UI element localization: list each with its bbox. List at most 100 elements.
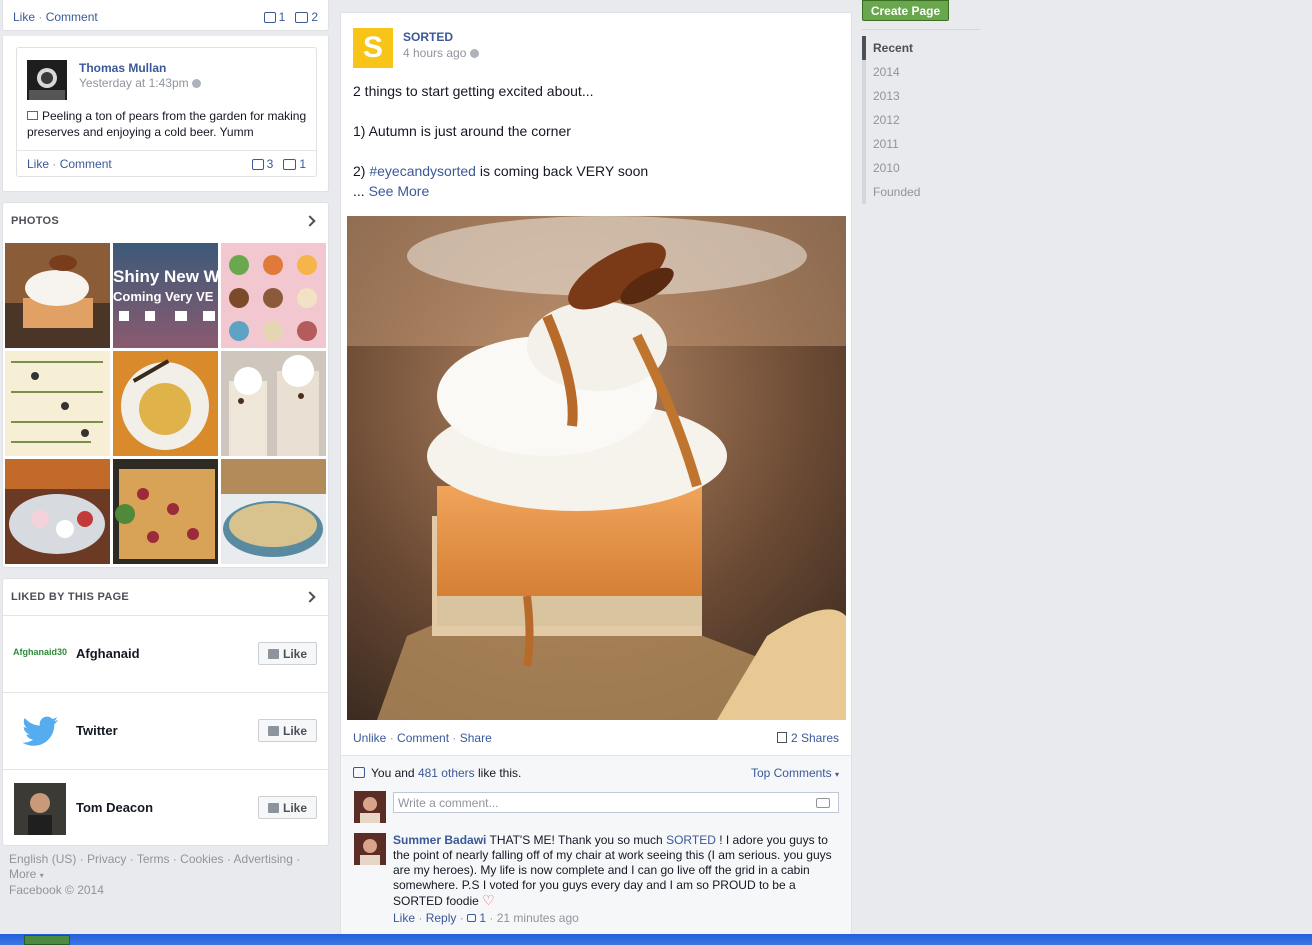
photo-image: [5, 243, 110, 348]
like-count[interactable]: 3: [251, 157, 273, 171]
thumbs-up-icon: [267, 648, 279, 659]
taskbar-button[interactable]: [24, 935, 70, 945]
footer-advertising-link[interactable]: Advertising: [234, 852, 293, 866]
comment-actions: Like · Reply · 1 · 21 minutes ago: [393, 911, 579, 925]
thumbs-up-icon: [267, 802, 279, 813]
comment-count[interactable]: 2: [295, 10, 318, 24]
comment-like-count[interactable]: 1: [467, 911, 486, 925]
others-link[interactable]: 481 others: [418, 766, 475, 780]
comment-time[interactable]: 21 minutes ago: [497, 911, 579, 925]
page-avatar[interactable]: S: [353, 28, 393, 68]
caret-down-icon: ▾: [39, 871, 44, 880]
shares-count[interactable]: 2 Shares: [776, 731, 839, 745]
comment-body: Summer Badawi THAT'S ME! Thank you so mu…: [393, 833, 832, 908]
post-time[interactable]: 4 hours ago: [403, 46, 479, 60]
hashtag-link[interactable]: #eyecandysorted: [369, 163, 476, 179]
like-link[interactable]: Like: [13, 10, 35, 24]
photos-title[interactable]: PHOTOS: [11, 215, 59, 227]
post-actions: Unlike · Comment · Share: [353, 731, 492, 745]
globe-icon: [191, 79, 201, 88]
liked-page-twitter: Twitter Like: [2, 692, 329, 769]
photo-thumbnail-pumpkin-cheesecake[interactable]: [5, 243, 110, 348]
post-photo[interactable]: [347, 216, 846, 720]
like-count[interactable]: 1: [263, 10, 285, 24]
comment-count[interactable]: 1: [283, 157, 306, 171]
avatar[interactable]: [27, 60, 67, 100]
timeline-item-founded[interactable]: Founded: [866, 180, 980, 204]
timeline-item-2011[interactable]: 2011: [866, 132, 980, 156]
footer-terms-link[interactable]: Terms: [137, 852, 170, 866]
photo-thumbnail-flowchart[interactable]: [5, 351, 110, 456]
see-more-link[interactable]: See More: [369, 183, 430, 199]
sidebar-divider: [862, 29, 980, 30]
timeline-item-2013[interactable]: 2013: [866, 84, 980, 108]
photo-image: [5, 459, 110, 564]
user-avatar[interactable]: [354, 791, 386, 823]
avatar-image: [354, 791, 386, 823]
share-link[interactable]: Share: [460, 731, 492, 745]
liked-page-name[interactable]: Twitter: [76, 723, 118, 738]
author-name[interactable]: Thomas Mullan: [79, 61, 166, 75]
thomas-post: Thomas Mullan Yesterday at 1:43pm Peelin…: [16, 47, 317, 177]
footer-language-link[interactable]: English (US): [9, 852, 76, 866]
create-page-button[interactable]: Create Page: [862, 0, 949, 21]
comment-like-link[interactable]: Like: [393, 911, 415, 925]
photo-thumbnail-dish[interactable]: [113, 351, 218, 456]
comment-bubble-icon: [295, 11, 309, 23]
commenter-name[interactable]: Summer Badawi: [393, 833, 486, 847]
photo-thumbnail-bake-tray[interactable]: [113, 459, 218, 564]
top-comments-dropdown[interactable]: Top Comments ▾: [751, 766, 839, 780]
photo-image: [221, 351, 326, 456]
liked-page-name[interactable]: Tom Deacon: [76, 800, 153, 815]
photo-thumbnail-shiny-new[interactable]: Shiny New W Coming Very VE: [113, 243, 218, 348]
footer-cookies-link[interactable]: Cookies: [180, 852, 223, 866]
thumbs-up-icon: [263, 11, 276, 23]
comment-link[interactable]: Comment: [397, 731, 449, 745]
photo-image: [5, 351, 110, 456]
like-button[interactable]: Like: [258, 719, 317, 742]
timeline-item-2012[interactable]: 2012: [866, 108, 980, 132]
main-post: S SORTED 4 hours ago 2 things to start g…: [340, 12, 852, 945]
camera-icon[interactable]: [816, 798, 830, 808]
avatar-image: [354, 833, 386, 865]
comment-input[interactable]: Write a comment...: [393, 792, 839, 813]
avatar[interactable]: [14, 783, 66, 835]
twitter-bird-icon[interactable]: [22, 715, 60, 747]
liked-page-name[interactable]: Afghanaid: [76, 646, 140, 661]
photo-thumbnail-pie[interactable]: [221, 459, 326, 564]
photo-thumbnail-cakes-illustration[interactable]: [221, 243, 326, 348]
post-text: Peeling a ton of pears from the garden f…: [27, 109, 307, 139]
thumbs-up-icon: [251, 158, 264, 170]
liked-page-tom-deacon: Tom Deacon Like: [2, 769, 329, 846]
photo-thumbnail-marshmallow-cones[interactable]: [5, 459, 110, 564]
likes-summary: You and 481 others like this.: [353, 766, 521, 780]
timeline-item-2014[interactable]: 2014: [866, 60, 980, 84]
share-icon: [776, 732, 787, 743]
footer: English (US) · Privacy · Terms · Cookies…: [9, 852, 301, 897]
liked-page-afghanaid: Afghanaid30 Afghanaid Like: [2, 615, 329, 692]
photo-image: [113, 351, 218, 456]
comment-link[interactable]: Comment: [60, 157, 112, 171]
liked-by-title[interactable]: LIKED BY THIS PAGE: [11, 591, 129, 603]
post-text-line: 2) #eyecandysorted is coming back VERY s…: [353, 163, 649, 179]
timeline-item-recent[interactable]: Recent: [862, 36, 980, 60]
timeline-item-2010[interactable]: 2010: [866, 156, 980, 180]
thumbs-up-icon: [353, 767, 365, 778]
comment-bubble-icon: [283, 158, 297, 170]
afghanaid-logo[interactable]: Afghanaid30: [13, 647, 67, 657]
photo-image: [221, 243, 326, 348]
mention-link[interactable]: SORTED: [666, 833, 716, 847]
footer-more-link[interactable]: More: [9, 867, 36, 881]
post-time[interactable]: Yesterday at 1:43pm: [79, 76, 201, 90]
unlike-link[interactable]: Unlike: [353, 731, 386, 745]
photo-thumbnail-milkshakes[interactable]: [221, 351, 326, 456]
page-name[interactable]: SORTED: [403, 30, 453, 44]
like-button[interactable]: Like: [258, 796, 317, 819]
like-link[interactable]: Like: [27, 157, 49, 171]
comment-link[interactable]: Comment: [46, 10, 98, 24]
photo-caption: Coming Very VE: [113, 289, 214, 304]
footer-privacy-link[interactable]: Privacy: [87, 852, 126, 866]
commenter-avatar[interactable]: [354, 833, 386, 865]
like-button[interactable]: Like: [258, 642, 317, 665]
comment-reply-link[interactable]: Reply: [426, 911, 457, 925]
